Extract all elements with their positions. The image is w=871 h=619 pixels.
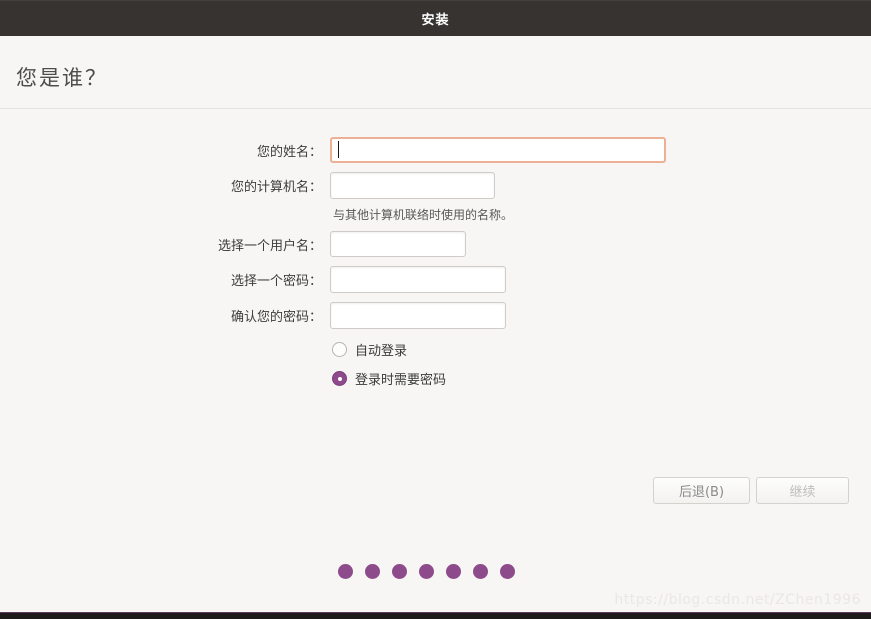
hostname-hint: 与其他计算机联络时使用的名称。	[333, 208, 514, 222]
fullname-input[interactable]	[330, 137, 666, 163]
hostname-input[interactable]	[330, 172, 495, 199]
step-progress-dots	[338, 564, 515, 579]
progress-dot	[446, 564, 461, 579]
progress-dot	[473, 564, 488, 579]
progress-dot	[392, 564, 407, 579]
hostname-label: 您的计算机名：	[230, 180, 322, 195]
watermark-text: https://blog.csdn.net/ZChen1996	[614, 592, 861, 608]
continue-button[interactable]: 继续	[756, 477, 849, 504]
progress-dot	[365, 564, 380, 579]
auto-login-radio[interactable]	[332, 342, 347, 357]
auto-login-label[interactable]: 自动登录	[355, 342, 407, 359]
password-label: 选择一个密码：	[230, 274, 322, 289]
username-label: 选择一个用户名：	[217, 238, 322, 254]
confirm-password-label: 确认您的密码：	[230, 310, 322, 325]
installer-window: 安装 您是谁？ 您的姓名： 您的计算机名： 与其他计算机联络时使用的名称。 选择…	[0, 0, 871, 619]
username-input[interactable]	[330, 231, 466, 257]
progress-dot	[419, 564, 434, 579]
window-title: 安装	[421, 13, 450, 28]
password-input[interactable]	[330, 266, 506, 293]
page-title: 您是谁？	[16, 66, 108, 90]
header-divider	[0, 108, 871, 109]
require-password-label[interactable]: 登录时需要密码	[355, 371, 446, 388]
progress-dot	[500, 564, 515, 579]
require-password-radio[interactable]	[332, 371, 347, 386]
text-cursor	[338, 141, 339, 158]
fullname-label: 您的姓名：	[256, 144, 322, 160]
window-titlebar: 安装	[0, 0, 871, 36]
progress-dot	[338, 564, 353, 579]
confirm-password-input[interactable]	[330, 302, 506, 329]
bottom-window-edge	[0, 613, 871, 619]
back-button[interactable]: 后退(B)	[653, 477, 750, 504]
